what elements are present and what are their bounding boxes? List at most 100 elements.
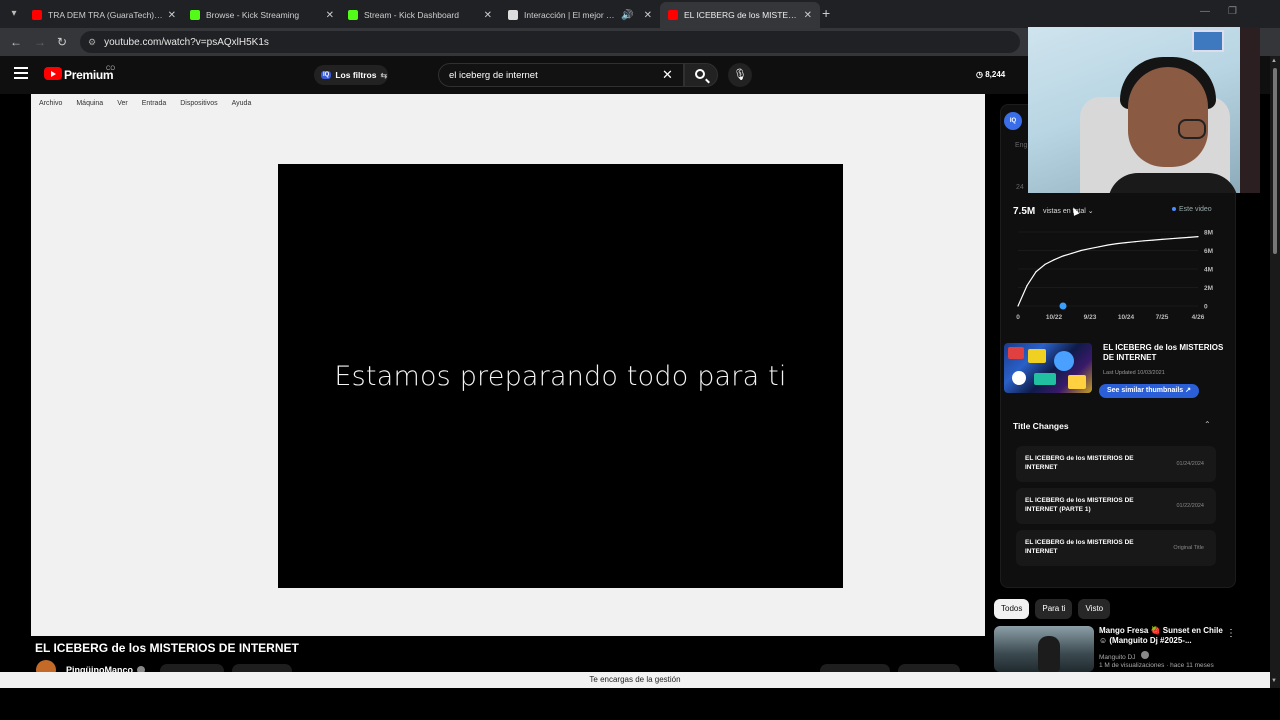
person-glasses [1178, 119, 1206, 139]
title-changes-header: Title Changes [1013, 421, 1069, 431]
vm-screen: Estamos preparando todo para ti [278, 164, 843, 588]
similar-label: See similar thumbnails [1106, 387, 1184, 394]
tab-4[interactable]: Interacción | El mejor softwa 🔊 ✕ [500, 2, 660, 28]
status-bar: Te encargas de la gestión [0, 672, 1270, 688]
search-button[interactable] [684, 63, 718, 87]
back-icon[interactable]: ← [10, 35, 22, 49]
thumb-tile [1068, 375, 1086, 389]
vm-menu-archivo[interactable]: Archivo [39, 100, 62, 107]
vm-menu-ver[interactable]: Ver [117, 100, 128, 107]
url-text: youtube.com/watch?v=psAQxlH5K1s [104, 36, 269, 48]
background-rack [1240, 27, 1260, 193]
see-similar-thumbnails-button[interactable]: See similar thumbnails ↗ [1099, 384, 1199, 398]
speaker-icon[interactable]: 🔊 [621, 10, 633, 21]
chart-ytick-label: 6M [1204, 248, 1213, 255]
menu-icon[interactable] [14, 67, 28, 79]
chart-point [1044, 263, 1046, 265]
chip-todos[interactable]: Todos [994, 599, 1030, 619]
search-icon [695, 69, 705, 79]
chart-xtick-label: 7/25 [1156, 314, 1169, 321]
recommendation-thumbnail[interactable] [994, 626, 1094, 672]
recommendation-channel[interactable]: Manguito DJ [1099, 651, 1150, 661]
chip-visto[interactable]: Visto [1078, 599, 1111, 619]
video-player[interactable]: Archivo Máquina Ver Entrada Dispositivos… [31, 94, 985, 636]
clear-search-icon[interactable]: ✕ [662, 67, 673, 83]
close-icon[interactable]: ✕ [168, 10, 176, 21]
chart-xtick-label: 0 [1016, 314, 1020, 321]
title-change-row: EL ICEBERG de los MISTERIOS DE INTERNET … [1016, 488, 1216, 524]
title-change-date: Original Title [1173, 545, 1204, 551]
views-dropdown-label: vistas en total [1043, 208, 1086, 215]
vm-screen-text: Estamos preparando todo para ti [334, 360, 787, 392]
new-tab-icon[interactable]: + [822, 5, 830, 21]
video-thumbnail[interactable] [1004, 343, 1092, 393]
chip-para-ti[interactable]: Para ti [1035, 599, 1073, 619]
close-icon[interactable]: ✕ [804, 10, 812, 21]
chart-point [1071, 252, 1073, 254]
legend-label: Este video [1179, 206, 1212, 213]
tab-2[interactable]: Browse - Kick Streaming ✕ [182, 2, 342, 28]
iq-badge[interactable]: IQ [1004, 112, 1022, 130]
youtube-favicon-icon [668, 10, 678, 20]
chart-point [1053, 259, 1055, 261]
view-stat-value: 8,244 [985, 70, 1006, 79]
tab-search-icon[interactable]: ▾ [6, 6, 22, 22]
tab-1[interactable]: TRA DEM TRA (GuaraTech) - Yo ✕ [24, 2, 184, 28]
thumb-tile [1034, 373, 1056, 385]
scroll-up-icon[interactable]: ▲ [1271, 58, 1277, 64]
title-change-text: EL ICEBERG de los MISTERIOS DE INTERNET [1025, 455, 1134, 471]
chart-point [1107, 244, 1109, 246]
tab-title: Stream - Kick Dashboard [364, 10, 459, 20]
search-input[interactable]: el iceberg de internet [438, 63, 684, 87]
total-views: 7.5M [1013, 206, 1036, 217]
more-options-icon[interactable]: ⋮ [1226, 628, 1236, 639]
chart-ytick-label: 4M [1204, 267, 1213, 274]
title-change-date: 01/22/2024 [1176, 503, 1204, 509]
filters-button[interactable]: IQ Los filtros ⇆ [314, 65, 388, 85]
eng-label: Eng [1015, 142, 1028, 149]
chart-point [1170, 238, 1172, 240]
tab-title: EL ICEBERG de los MISTERIOS D [684, 10, 800, 20]
chart-point [1161, 238, 1163, 240]
thumb-figure [1038, 636, 1060, 672]
kick-favicon-icon [190, 10, 200, 20]
view-stat: ◷ 8,244 [976, 70, 1006, 79]
reload-icon[interactable]: ↻ [57, 35, 67, 49]
chart-point [1179, 237, 1181, 239]
iq-icon: IQ [321, 71, 332, 79]
filter-chips: Todos Para ti Visto [994, 599, 1111, 619]
vm-menu-entrada[interactable]: Entrada [142, 100, 167, 107]
minimize-icon[interactable]: — [1200, 6, 1210, 17]
forward-icon[interactable]: → [34, 35, 46, 49]
legend-this-video: Este video [1172, 206, 1212, 213]
scrollbar-thumb[interactable] [1273, 68, 1277, 254]
tab-3[interactable]: Stream - Kick Dashboard ✕ [340, 2, 500, 28]
views-chart: 8M 6M 4M 2M 0 0 10/22 9/23 10/24 7/25 4/26 [1016, 230, 1213, 322]
scroll-down-icon[interactable]: ▼ [1271, 678, 1277, 684]
microphone-icon[interactable]: 🎙 [728, 63, 752, 87]
close-icon[interactable]: ✕ [644, 10, 652, 21]
page-scrollbar[interactable]: ▲ ▼ [1270, 56, 1280, 688]
close-icon[interactable]: ✕ [326, 10, 334, 21]
tab-5-active[interactable]: EL ICEBERG de los MISTERIOS D ✕ [660, 2, 820, 28]
close-icon[interactable]: ✕ [484, 10, 492, 21]
recommendation-title[interactable]: Mango Fresa 🍓 Sunset en Chile ☺ (Manguit… [1099, 626, 1224, 646]
wall-poster [1192, 30, 1224, 52]
chart-point [1143, 240, 1145, 242]
person-shirt [1108, 173, 1238, 193]
thumb-tile [1054, 351, 1074, 371]
vm-menu-dispositivos[interactable]: Dispositivos [180, 100, 217, 107]
url-field[interactable]: ⚙ youtube.com/watch?v=psAQxlH5K1s [80, 31, 1020, 53]
views-dropdown[interactable]: vistas en total ⌄ [1043, 207, 1094, 215]
chevron-up-icon[interactable]: ⌃ [1204, 420, 1211, 429]
chart-point [1080, 249, 1082, 252]
vm-menu-maquina[interactable]: Máquina [76, 100, 103, 107]
chart-xtick-label: 10/22 [1046, 314, 1063, 321]
youtube-logo-icon[interactable] [44, 67, 62, 80]
site-info-icon[interactable]: ⚙ [88, 37, 96, 48]
chart-point [1017, 305, 1019, 307]
maximize-icon[interactable]: ❐ [1228, 6, 1237, 17]
vm-menu-ayuda[interactable]: Ayuda [232, 100, 252, 107]
chart-point [1062, 255, 1064, 257]
youtube-favicon-icon [32, 10, 42, 20]
